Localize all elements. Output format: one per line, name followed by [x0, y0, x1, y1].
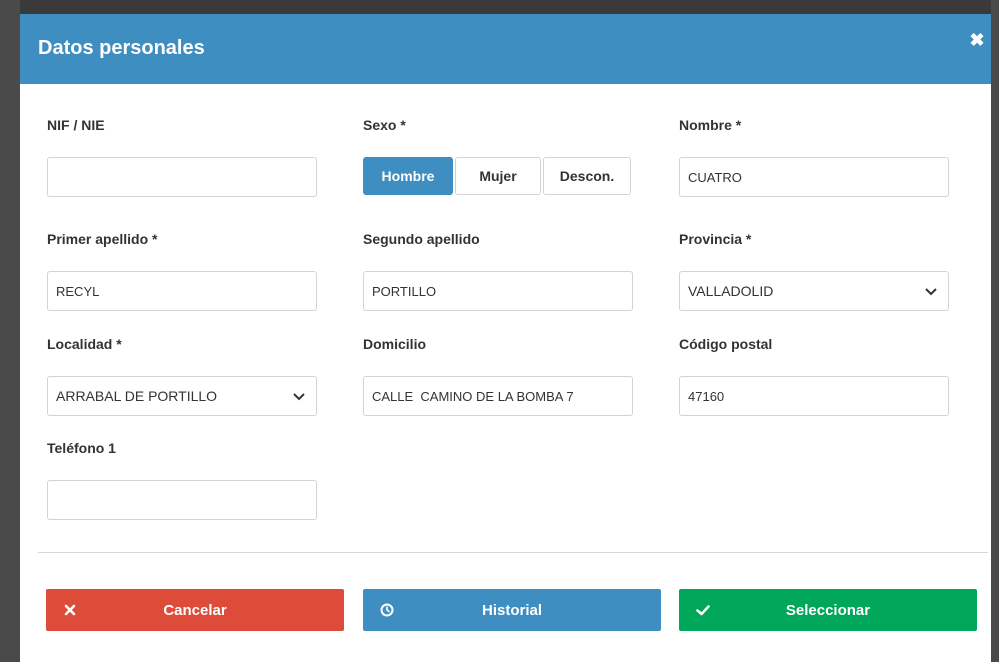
provincia-select[interactable]: VALLADOLID: [679, 271, 949, 311]
localidad-select[interactable]: ARRABAL DE PORTILLO: [47, 376, 317, 416]
segundo-apellido-input[interactable]: PORTILLO: [363, 271, 633, 311]
close-icon: [64, 604, 76, 616]
close-icon[interactable]: ✖: [967, 30, 987, 50]
nombre-input[interactable]: CUATRO: [679, 157, 949, 197]
chevron-down-icon: [293, 393, 305, 401]
backdrop-left: [0, 0, 20, 662]
domicilio-label: Domicilio: [363, 336, 427, 352]
historial-label: Historial: [481, 601, 542, 619]
segundo-apellido-label: Segundo apellido: [363, 231, 480, 247]
telefono1-label: Teléfono 1: [47, 440, 116, 456]
telefono1-input[interactable]: [47, 480, 317, 520]
codigo-postal-input[interactable]: 47160: [679, 376, 949, 416]
localidad-value: ARRABAL DE PORTILLO: [56, 388, 218, 404]
datos-personales-dialog: Datos personales ✖ NIF / NIE Sexo * Homb…: [20, 14, 991, 662]
localidad-label: Localidad *: [47, 336, 122, 352]
sexo-option-mujer[interactable]: Mujer: [455, 157, 541, 195]
footer-divider: [38, 552, 988, 553]
provincia-label: Provincia *: [679, 231, 752, 247]
historial-button[interactable]: Historial: [363, 589, 661, 631]
codigo-postal-label: Código postal: [679, 336, 773, 352]
nif-label: NIF / NIE: [47, 117, 105, 133]
primer-apellido-input[interactable]: RECYL: [47, 271, 317, 311]
nombre-label: Nombre *: [679, 117, 742, 133]
domicilio-input[interactable]: CALLE CAMINO DE LA BOMBA 7: [363, 376, 633, 416]
sexo-option-hombre[interactable]: Hombre: [363, 157, 453, 195]
seleccionar-button[interactable]: Seleccionar: [679, 589, 977, 631]
dialog-title: Datos personales: [38, 37, 205, 59]
primer-apellido-label: Primer apellido *: [47, 231, 158, 247]
sexo-option-descon[interactable]: Descon.: [543, 157, 631, 195]
seleccionar-label: Seleccionar: [785, 601, 871, 619]
cancel-button[interactable]: Cancelar: [46, 589, 344, 631]
provincia-value: VALLADOLID: [688, 283, 774, 299]
check-icon: [696, 605, 710, 616]
chevron-down-icon: [925, 288, 937, 296]
sexo-toggle-group: Hombre Mujer Descon.: [363, 157, 633, 197]
backdrop-right: [991, 0, 999, 662]
clock-icon: [380, 603, 394, 617]
dialog-header: Datos personales ✖: [20, 14, 991, 84]
cancel-label: Cancelar: [163, 601, 227, 619]
sexo-label: Sexo *: [363, 117, 406, 133]
backdrop: [0, 0, 999, 14]
nif-input[interactable]: [47, 157, 317, 197]
